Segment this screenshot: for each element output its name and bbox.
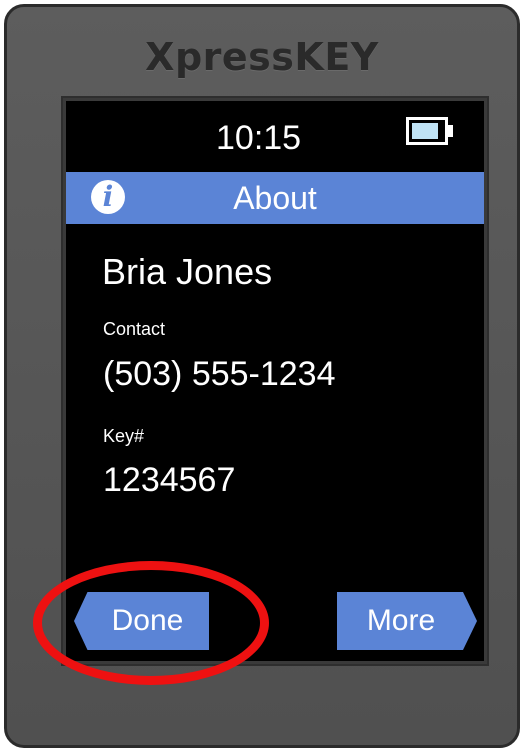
battery-icon bbox=[406, 117, 448, 145]
battery-level-fill bbox=[412, 123, 438, 139]
contact-phone: (503) 555-1234 bbox=[103, 355, 336, 393]
contact-name: Bria Jones bbox=[102, 251, 273, 292]
key-label: Key# bbox=[103, 426, 145, 446]
key-number: 1234567 bbox=[103, 461, 236, 499]
contact-label: Contact bbox=[103, 319, 166, 339]
info-icon: i bbox=[91, 180, 125, 214]
screen: 10:15 About i Bria Jones Contact (503) 5… bbox=[66, 101, 484, 661]
brand-logo: XpressKEY bbox=[145, 35, 379, 79]
page-title: About bbox=[233, 180, 317, 216]
more-button[interactable]: More bbox=[337, 592, 477, 650]
header-bar: About i bbox=[66, 172, 484, 224]
battery-tip bbox=[448, 125, 453, 137]
done-button[interactable]: Done bbox=[74, 592, 209, 650]
status-time: 10:15 bbox=[216, 119, 302, 157]
